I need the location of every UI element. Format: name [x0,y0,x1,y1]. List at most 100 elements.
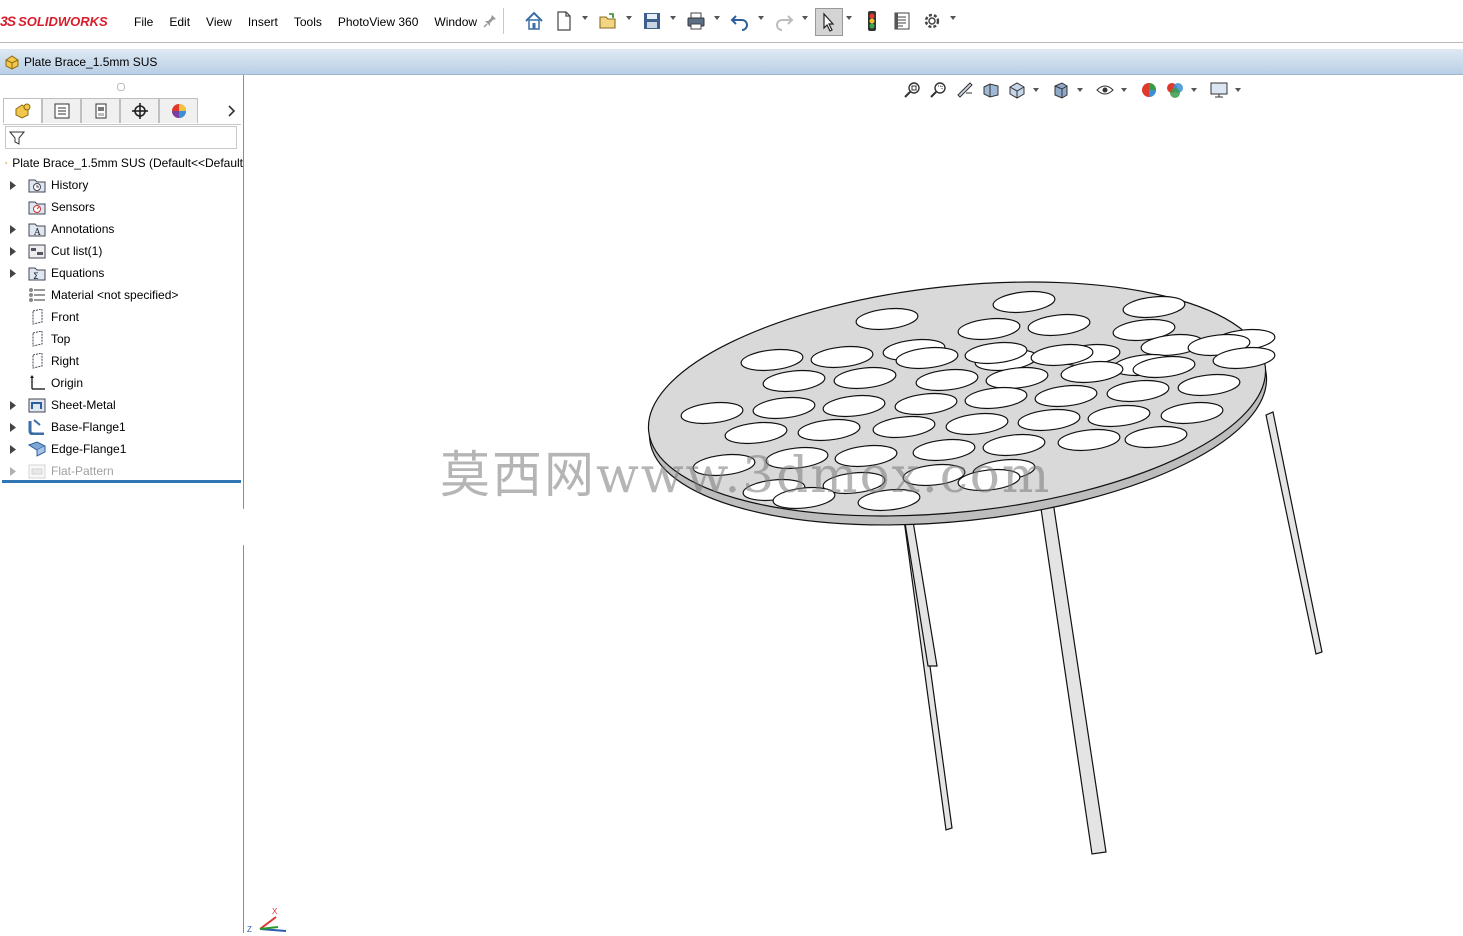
tree-root-part[interactable]: Plate Brace_1.5mm SUS (Default<<Default [0,152,243,174]
options-dropdown-arrow[interactable] [950,16,956,20]
open-icon[interactable] [597,10,619,32]
tree-item-equations[interactable]: Σ Equations [0,262,243,284]
expand-arrow-icon[interactable] [10,422,16,432]
display-style-icon[interactable] [1051,80,1071,100]
tree-item-origin[interactable]: Origin [0,372,243,394]
menu-insert[interactable]: Insert [240,14,286,30]
menu-view[interactable]: View [198,14,240,30]
part-icon [5,162,8,164]
print-icon[interactable] [685,10,707,32]
part-icon [5,54,19,70]
feature-tree: Plate Brace_1.5mm SUS (Default<<Default … [0,152,243,482]
panel-resize-handle[interactable] [117,83,125,91]
tree-item-label: Flat-Pattern [51,464,114,478]
plane-icon [28,308,46,326]
equations-icon: Σ [28,264,46,282]
home-icon[interactable] [523,10,545,32]
expand-arrow-icon[interactable] [10,180,16,190]
menu-edit[interactable]: Edit [161,14,198,30]
file-properties-icon[interactable] [891,10,913,32]
dimxpert-manager-tab[interactable] [120,98,159,123]
new-document-icon[interactable] [553,10,575,32]
hide-show-items-icon[interactable] [1095,80,1115,100]
tree-item-top[interactable]: Top [0,328,243,350]
tree-item-history[interactable]: History [0,174,243,196]
tree-item-base-flange1[interactable]: Base-Flange1 [0,416,243,438]
tree-item-right[interactable]: Right [0,350,243,372]
sensors-icon [28,198,46,216]
select-icon[interactable] [815,8,843,36]
triad-z-label: Z [247,925,252,933]
heads-up-view-toolbar [903,80,1253,100]
annotations-icon: A [28,220,46,238]
tree-item-label: Annotations [51,222,115,236]
tree-item-label: Origin [51,376,84,390]
flat-pattern-icon [28,462,46,480]
expand-arrow-icon[interactable] [10,466,16,476]
new-dropdown-arrow[interactable] [582,16,588,20]
tree-item-sensors[interactable]: Sensors [0,196,243,218]
rollback-bar[interactable] [2,480,241,483]
dimxpert-manager-tab-icon [131,103,148,119]
tree-item-annotations[interactable]: A Annotations [0,218,243,240]
filter-icon [9,131,25,145]
zoom-to-fit-icon[interactable] [903,80,923,100]
view-orientation-icon[interactable] [1007,80,1027,100]
options-icon[interactable] [921,10,943,32]
tree-item-label: History [51,178,89,192]
logo-name: SOLIDWORKS [18,13,108,29]
tree-item-label: Sensors [51,200,96,214]
pin-icon[interactable] [482,13,498,29]
edit-appearance-icon[interactable] [1139,80,1159,100]
leg-front-right [1038,494,1107,855]
tree-item-front[interactable]: Front [0,306,243,328]
tree-item-sheet-metal[interactable]: Sheet-Metal [0,394,243,416]
base-flange-icon [28,418,46,436]
tree-item-edge-flange1[interactable]: Edge-Flange1 [0,438,243,460]
chevron-right-icon[interactable] [221,98,241,124]
tree-item-label: Material <not specified> [51,288,179,302]
configuration-manager-tab[interactable] [81,98,120,123]
zoom-to-area-icon[interactable] [929,80,949,100]
open-dropdown-arrow[interactable] [626,16,632,20]
redo-icon[interactable] [773,10,795,32]
solidworks-logo[interactable]: 3S SOLIDWORKS [0,10,108,32]
expand-arrow-icon[interactable] [10,224,16,234]
chevron-down-icon[interactable] [1033,88,1039,92]
tree-items: History Sensors A Annotations Cut list(1) Σ Eq… [0,174,243,482]
apply-scene-icon[interactable] [1165,80,1185,100]
tree-item-material-not-specified[interactable]: Material <not specified> [0,284,243,306]
previous-view-icon[interactable] [955,80,975,100]
tree-item-label: Edge-Flange1 [51,442,127,456]
expand-arrow-icon[interactable] [10,268,16,278]
tree-filter-box[interactable] [5,126,237,149]
tree-item-flat-pattern[interactable]: Flat-Pattern [0,460,243,482]
menu-tools[interactable]: Tools [286,14,330,30]
property-manager-tab[interactable] [42,98,81,123]
section-view-icon[interactable] [981,80,1001,100]
display-manager-tab[interactable] [159,98,198,123]
undo-dropdown-arrow[interactable] [758,16,764,20]
view-settings-icon[interactable] [1209,80,1229,100]
save-icon[interactable] [641,10,663,32]
menu-window[interactable]: Window [426,14,485,30]
menu-photoview-360[interactable]: PhotoView 360 [330,14,427,30]
feature-manager-tab[interactable] [3,98,42,123]
tree-item-label: Top [51,332,71,346]
undo-icon[interactable] [729,10,751,32]
expand-arrow-icon[interactable] [10,400,16,410]
redo-dropdown-arrow[interactable] [802,16,808,20]
expand-arrow-icon[interactable] [10,444,16,454]
expand-arrow-icon[interactable] [10,246,16,256]
tree-item-cut-list-1[interactable]: Cut list(1) [0,240,243,262]
chevron-down-icon[interactable] [1191,88,1197,92]
print-dropdown-arrow[interactable] [714,16,720,20]
plane-icon [28,352,46,370]
chevron-down-icon[interactable] [1077,88,1083,92]
chevron-down-icon[interactable] [1121,88,1127,92]
select-dropdown-arrow[interactable] [846,16,852,20]
rebuild-icon[interactable] [861,10,883,32]
save-dropdown-arrow[interactable] [670,16,676,20]
menu-file[interactable]: File [126,14,161,30]
chevron-down-icon[interactable] [1235,88,1241,92]
